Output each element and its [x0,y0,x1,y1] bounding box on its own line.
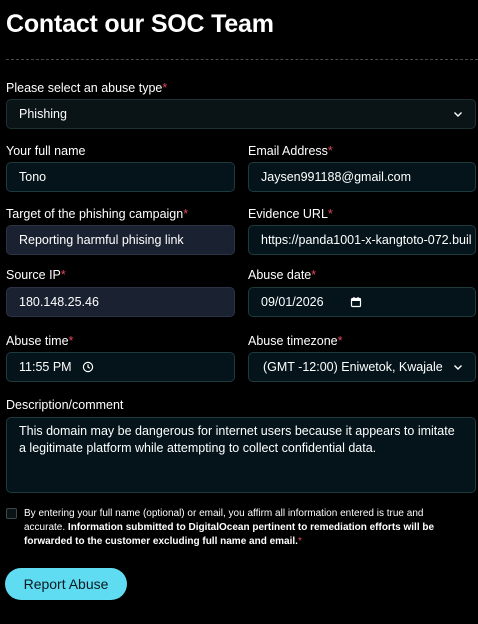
required-mark: * [183,207,189,221]
target-input[interactable]: Reporting harmful phising link [6,225,235,255]
abuse-date-input[interactable]: 09/01/2026 [248,287,476,317]
chevron-down-icon [454,112,462,117]
email-label-text: Email Address [248,144,328,158]
source-ip-value: 180.148.25.46 [19,295,99,309]
description-label: Description/comment [6,397,123,413]
evidence-url-input[interactable]: https://panda1001-x-kangtoto-072.buil [248,225,476,255]
page-title: Contact our SOC Team [6,10,274,38]
target-label-text: Target of the phishing campaign [6,207,184,221]
email-input[interactable]: Jaysen991188@gmail.com [248,162,476,192]
required-mark: * [60,268,66,282]
abuse-type-select[interactable]: Phishing [6,99,476,129]
calendar-icon[interactable] [350,296,362,308]
report-abuse-button[interactable]: Report Abuse [5,568,127,600]
required-mark: * [68,334,74,348]
description-textarea[interactable]: This domain may be dangerous for interne… [6,417,476,493]
consent-text: By entering your full name (optional) or… [24,507,464,549]
target-value: Reporting harmful phising link [19,233,184,247]
abuse-date-label-text: Abuse date [248,268,312,282]
abuse-timezone-label: Abuse timezone* [248,333,343,349]
source-ip-input[interactable]: 180.148.25.46 [6,287,235,317]
evidence-url-value: https://panda1001-x-kangtoto-072.buil [261,233,472,247]
title-divider [6,59,478,60]
required-mark: * [327,207,333,221]
email-value: Jaysen991188@gmail.com [261,170,412,184]
full-name-value: Tono [19,170,47,184]
abuse-type-value: Phishing [19,107,67,121]
abuse-time-input[interactable]: 11:55 PM [6,352,235,382]
chevron-down-icon [454,365,462,370]
abuse-time-value: 11:55 PM [19,360,72,374]
abuse-type-label-text: Please select an abuse type [6,81,163,95]
abuse-time-label-text: Abuse time [6,334,69,348]
abuse-timezone-select[interactable]: (GMT -12:00) Eniwetok, Kwajale [248,352,476,382]
abuse-date-value: 09/01/2026 [261,295,324,309]
abuse-time-label: Abuse time* [6,333,73,349]
evidence-url-label: Evidence URL* [248,206,333,222]
evidence-url-label-text: Evidence URL [248,207,328,221]
abuse-timezone-value: (GMT -12:00) Eniwetok, Kwajale [263,360,443,374]
full-name-input[interactable]: Tono [6,162,235,192]
email-label: Email Address* [248,143,333,159]
clock-icon[interactable] [82,361,94,373]
required-mark: * [297,536,302,547]
consent-bold-text: Information submitted to DigitalOcean pe… [24,522,435,547]
full-name-label: Your full name [6,143,85,159]
required-mark: * [327,144,333,158]
abuse-timezone-label-text: Abuse timezone [248,334,338,348]
abuse-date-label: Abuse date* [248,267,316,283]
required-mark: * [162,81,168,95]
required-mark: * [337,334,343,348]
source-ip-label: Source IP* [6,267,66,283]
abuse-type-label: Please select an abuse type* [6,80,167,96]
source-ip-label-text: Source IP [6,268,61,282]
required-mark: * [311,268,317,282]
full-name-label-text: Your full name [6,144,86,158]
target-label: Target of the phishing campaign* [6,206,188,222]
consent-checkbox[interactable] [6,508,17,519]
description-label-text: Description/comment [6,398,124,412]
